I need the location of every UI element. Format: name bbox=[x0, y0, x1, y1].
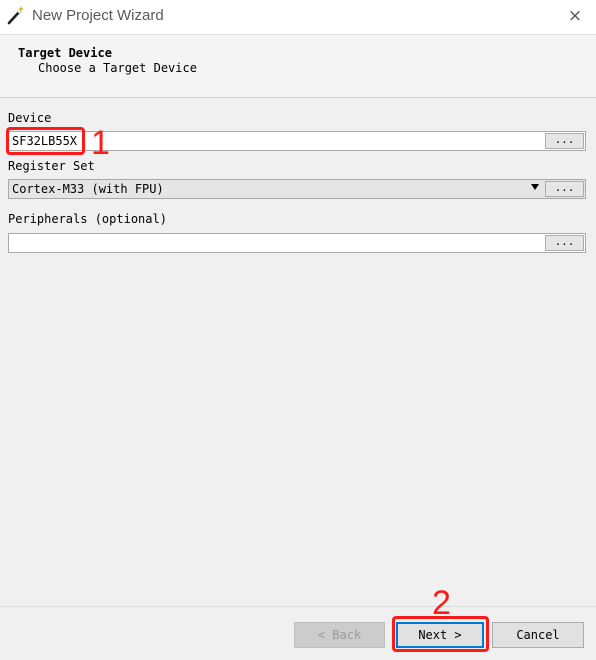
annotation-number-1: 1 bbox=[91, 124, 110, 162]
register-set-select[interactable]: Cortex-M33 (with FPU) ... bbox=[8, 179, 586, 199]
page-title: Target Device bbox=[18, 46, 112, 60]
register-set-label: Register Set bbox=[8, 159, 95, 173]
device-label: Device bbox=[8, 111, 52, 125]
close-icon: × bbox=[567, 6, 583, 26]
wizard-header: Target Device Choose a Target Device bbox=[0, 34, 596, 98]
peripherals-browse-button[interactable]: ... bbox=[545, 235, 584, 251]
cancel-button[interactable]: Cancel bbox=[492, 622, 584, 648]
window-title: New Project Wizard bbox=[32, 7, 164, 24]
close-button[interactable]: × bbox=[562, 4, 588, 28]
footer-divider bbox=[0, 606, 596, 607]
register-set-browse-button[interactable]: ... bbox=[545, 181, 584, 197]
chevron-down-icon[interactable] bbox=[531, 184, 539, 190]
peripherals-label: Peripherals (optional) bbox=[8, 212, 167, 226]
annotation-highlight-device bbox=[6, 127, 85, 155]
title-bar: New Project Wizard × bbox=[0, 0, 596, 34]
annotation-number-2: 2 bbox=[432, 584, 451, 622]
annotation-highlight-next bbox=[392, 616, 489, 652]
page-subtitle: Choose a Target Device bbox=[38, 61, 197, 75]
magic-wand-icon bbox=[7, 6, 24, 25]
back-button[interactable]: < Back bbox=[294, 622, 385, 648]
register-set-value: Cortex-M33 (with FPU) bbox=[12, 182, 164, 196]
device-browse-button[interactable]: ... bbox=[545, 133, 584, 149]
peripherals-field[interactable]: ... bbox=[8, 233, 586, 253]
